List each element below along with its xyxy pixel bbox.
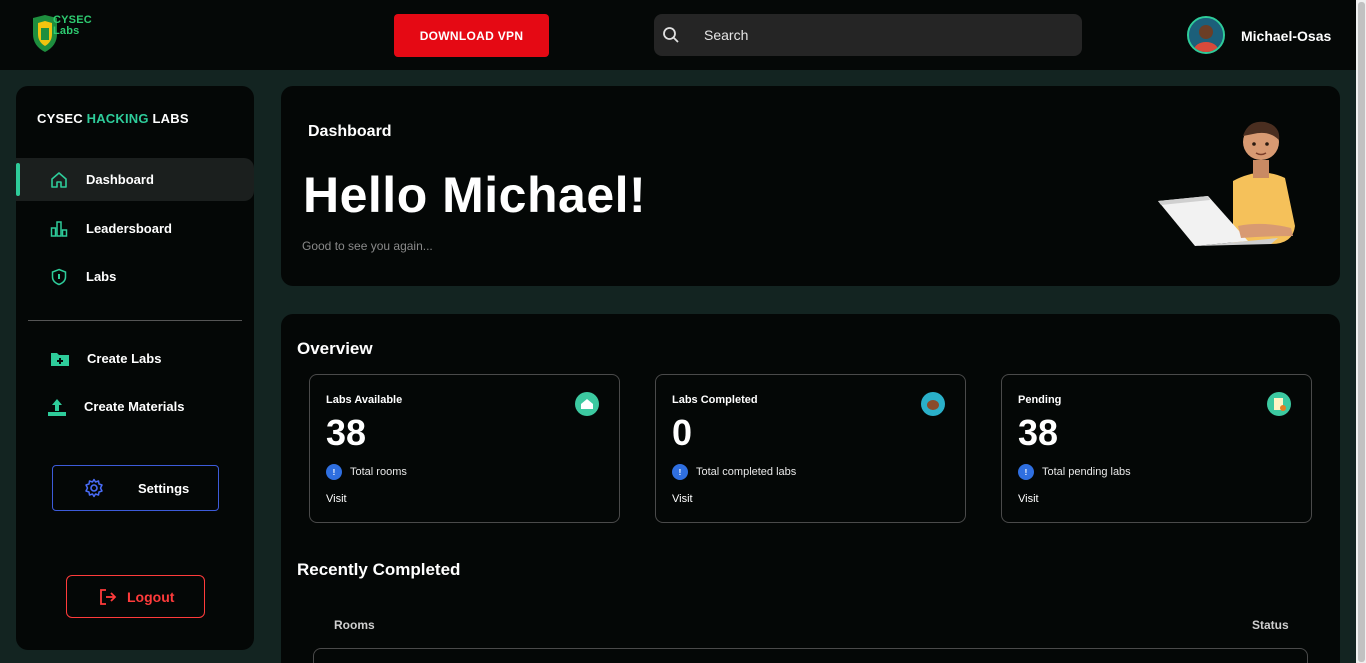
column-header-rooms: Rooms xyxy=(334,618,375,632)
stat-title: Labs Completed xyxy=(672,394,758,406)
stat-description: Total rooms xyxy=(350,466,407,478)
bar-chart-icon xyxy=(50,220,68,237)
stat-value: 38 xyxy=(326,412,367,453)
avatar[interactable] xyxy=(1187,16,1225,54)
stat-description: Total completed labs xyxy=(696,466,797,478)
recently-completed-title: Recently Completed xyxy=(297,560,461,579)
table-row[interactable] xyxy=(313,648,1308,663)
info-icon: ! xyxy=(1018,464,1034,480)
sidebar-item-label: Labs xyxy=(86,269,117,284)
search-bar xyxy=(654,14,1082,56)
brand-text-1: CYSEC xyxy=(37,111,87,126)
sidebar-item-label: Leadersboard xyxy=(86,221,172,236)
stat-description: Total pending labs xyxy=(1042,466,1131,478)
logout-icon xyxy=(100,588,117,605)
user-avatar-icon xyxy=(1189,18,1223,52)
stat-card-labs-available: Labs Available 38 ! Total rooms Visit xyxy=(309,374,620,523)
stat-value: 38 xyxy=(1018,412,1059,453)
column-header-status: Status xyxy=(1252,618,1289,632)
sidebar-divider xyxy=(28,320,242,321)
welcome-card: Dashboard Hello Michael! Good to see you… xyxy=(281,86,1340,286)
sidebar-item-create-labs[interactable]: Create Labs xyxy=(16,337,254,380)
download-vpn-button[interactable]: DOWNLOAD VPN xyxy=(394,14,549,57)
sidebar-item-labs[interactable]: Labs xyxy=(16,255,254,298)
labs-available-icon xyxy=(575,392,599,416)
search-input[interactable] xyxy=(704,27,1034,43)
sidebar: CYSEC HACKING LABS Dashboard Leadersboar… xyxy=(16,86,254,650)
sidebar-item-label: Create Materials xyxy=(84,399,185,414)
greeting-subtext: Good to see you again... xyxy=(302,239,433,253)
visit-link[interactable]: Visit xyxy=(1018,493,1039,505)
sidebar-item-dashboard[interactable]: Dashboard xyxy=(16,158,254,201)
settings-button[interactable]: Settings xyxy=(52,465,219,511)
person-laptop-illustration xyxy=(1158,121,1295,246)
gear-icon xyxy=(85,478,103,498)
stat-title: Labs Available xyxy=(326,394,403,406)
scrollbar-thumb[interactable] xyxy=(1358,2,1365,662)
stat-card-pending: Pending 38 ! Total pending labs Visit xyxy=(1001,374,1312,523)
sidebar-item-create-materials[interactable]: Create Materials xyxy=(16,385,254,428)
brand-text-2: LABS xyxy=(148,111,189,126)
sidebar-brand: CYSEC HACKING LABS xyxy=(37,111,189,126)
top-bar: CYSEC Labs DOWNLOAD VPN Michael-Osas xyxy=(0,0,1356,70)
active-indicator xyxy=(16,163,20,196)
settings-label: Settings xyxy=(138,480,190,496)
logout-button[interactable]: Logout xyxy=(66,575,205,618)
upload-icon xyxy=(48,398,66,416)
greeting-heading: Hello Michael! xyxy=(303,167,647,223)
visit-link[interactable]: Visit xyxy=(326,493,347,505)
search-icon xyxy=(663,27,679,43)
stat-title: Pending xyxy=(1018,394,1062,406)
info-icon: ! xyxy=(672,464,688,480)
sidebar-item-label: Dashboard xyxy=(86,172,154,187)
logo-text: CYSEC Labs xyxy=(53,14,92,37)
brand-text-accent: HACKING xyxy=(86,111,149,126)
folder-plus-icon xyxy=(51,352,69,366)
overview-title: Overview xyxy=(297,339,373,358)
username[interactable]: Michael-Osas xyxy=(1241,28,1331,44)
sidebar-item-label: Create Labs xyxy=(87,351,162,366)
shield-icon xyxy=(51,268,67,285)
stat-value: 0 xyxy=(672,412,693,453)
info-icon: ! xyxy=(326,464,342,480)
logout-label: Logout xyxy=(127,588,175,605)
sidebar-item-leaderboard[interactable]: Leadersboard xyxy=(16,207,254,250)
page-title: Dashboard xyxy=(308,123,392,140)
stat-card-labs-completed: Labs Completed 0 ! Total completed labs … xyxy=(655,374,966,523)
labs-completed-icon xyxy=(921,392,945,416)
overview-card: Overview Labs Available 38 ! Total rooms… xyxy=(281,314,1340,663)
home-icon xyxy=(51,171,67,188)
pending-icon xyxy=(1267,392,1291,416)
visit-link[interactable]: Visit xyxy=(672,493,693,505)
